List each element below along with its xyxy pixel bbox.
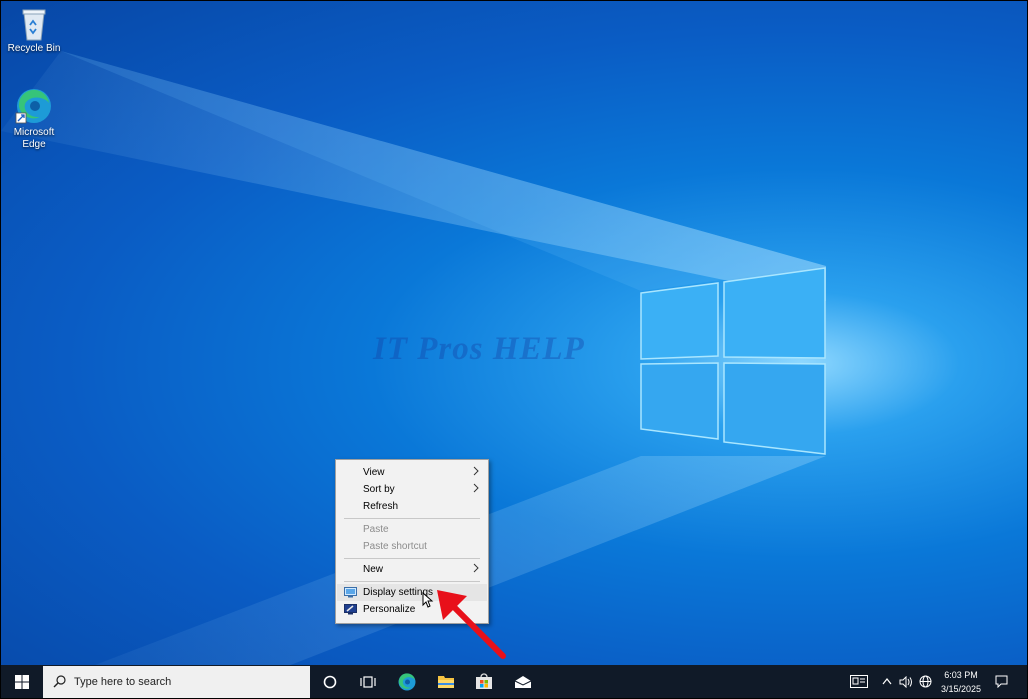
menu-item-label: Refresh [363, 501, 399, 512]
menu-item-label: Sort by [363, 484, 395, 495]
search-placeholder: Type here to search [74, 676, 172, 688]
menu-item-label: Paste [363, 524, 389, 535]
menu-item-label: View [363, 467, 385, 478]
taskbar-edge-button[interactable] [390, 665, 424, 698]
taskbar: Type here to search 6:03 PM 3/15/2025 [1, 665, 1027, 698]
volume-button[interactable] [897, 665, 915, 698]
clock-date: 3/15/2025 [940, 684, 982, 694]
clock-time: 6:03 PM [944, 670, 978, 680]
edge-icon [15, 89, 51, 124]
menu-item-view[interactable]: View [337, 464, 487, 481]
globe-icon [919, 675, 931, 688]
cortana-button[interactable] [313, 665, 347, 698]
chevron-right-icon [473, 483, 479, 496]
menu-item-label: New [363, 564, 384, 575]
desktop[interactable]: IT Pros HELP Recycle Bin Microsoft Edge … [0, 0, 1028, 699]
search-icon [53, 675, 66, 693]
show-hidden-icons-button[interactable] [879, 665, 895, 698]
menu-item-new[interactable]: New [337, 561, 487, 578]
windows-logo-wallpaper [640, 267, 826, 455]
menu-item-label: Paste shortcut [363, 541, 427, 552]
taskbar-store-button[interactable] [467, 665, 501, 698]
annotation-arrow-icon [437, 590, 506, 659]
menu-item-paste: Paste [337, 521, 487, 538]
menu-separator [344, 558, 480, 559]
desktop-icon-edge[interactable]: Microsoft Edge [1, 87, 67, 151]
watermark: IT Pros HELP [373, 331, 585, 367]
news-icon [850, 675, 868, 688]
personalize-icon [344, 604, 357, 618]
menu-separator [344, 581, 480, 582]
file-explorer-icon [438, 676, 454, 688]
menu-item-refresh[interactable]: Refresh [337, 498, 487, 515]
clock[interactable]: 6:03 PM 3/15/2025 [935, 668, 987, 698]
edge-icon [398, 672, 416, 690]
action-center-button[interactable] [989, 665, 1013, 698]
desktop-icon-label: Microsoft Edge [13, 127, 55, 150]
recycle-bin-icon [22, 9, 46, 41]
taskbar-mail-button[interactable] [506, 665, 540, 698]
menu-item-paste-shortcut: Paste shortcut [337, 538, 487, 555]
desktop-icon-label: Recycle Bin [7, 43, 61, 54]
menu-separator [344, 518, 480, 519]
chevron-up-icon [882, 678, 892, 685]
desktop-icon-recycle-bin[interactable]: Recycle Bin [1, 7, 67, 55]
notification-icon [995, 675, 1007, 688]
chevron-right-icon [473, 563, 479, 576]
cortana-icon [323, 675, 337, 688]
menu-item-sort-by[interactable]: Sort by [337, 481, 487, 498]
store-icon [476, 673, 492, 689]
display-icon [344, 587, 357, 601]
mail-icon [514, 675, 532, 688]
chevron-right-icon [473, 466, 479, 479]
task-view-icon [360, 675, 376, 688]
speaker-icon [899, 675, 912, 688]
taskbar-search-box[interactable]: Type here to search [43, 666, 310, 698]
start-button[interactable] [1, 665, 43, 698]
news-widget-button[interactable] [846, 665, 872, 698]
taskbar-file-explorer-button[interactable] [429, 665, 463, 698]
task-view-button[interactable] [351, 665, 385, 698]
network-button[interactable] [916, 665, 934, 698]
menu-item-label: Personalize [363, 604, 416, 615]
windows-start-icon [15, 674, 29, 689]
